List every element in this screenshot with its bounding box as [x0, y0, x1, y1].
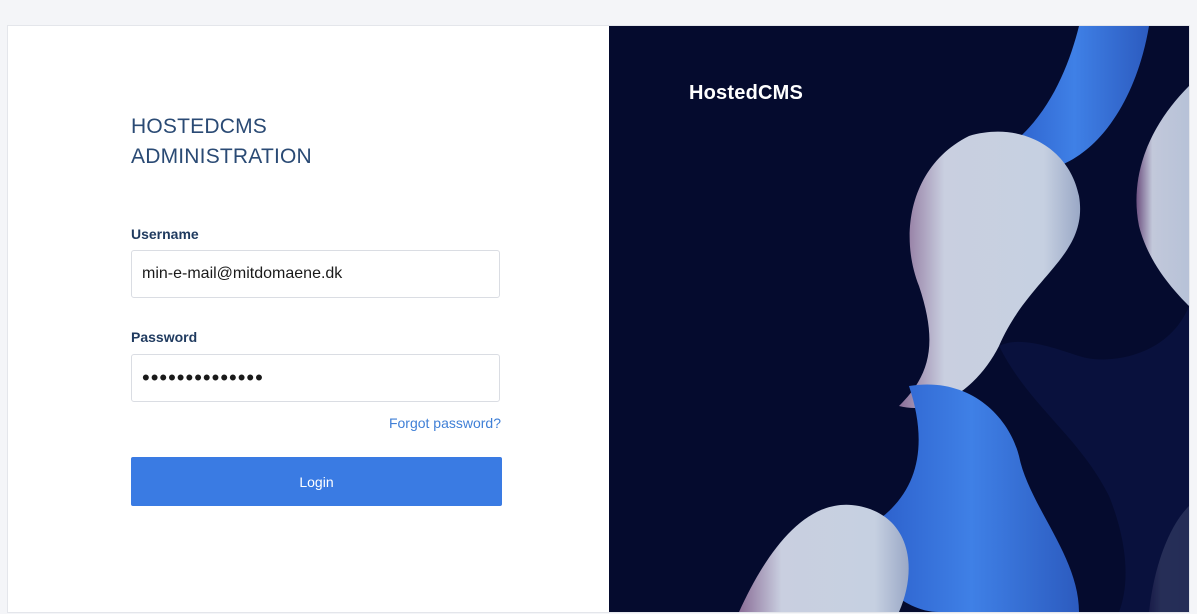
forgot-password-link[interactable]: Forgot password?: [389, 415, 501, 431]
wave-shape: [1136, 86, 1189, 306]
page-title: HOSTEDCMS ADMINISTRATION: [131, 112, 312, 172]
username-input[interactable]: [131, 250, 500, 298]
login-panel: HOSTEDCMS ADMINISTRATION Username Passwo…: [8, 26, 609, 612]
password-label: Password: [131, 329, 198, 345]
page-title-line2: ADMINISTRATION: [131, 145, 312, 168]
brand-panel: HostedCMS: [609, 26, 1189, 612]
password-input[interactable]: [131, 354, 500, 402]
decorative-wave-art: [739, 26, 1189, 612]
page-title-line1: HOSTEDCMS: [131, 115, 267, 138]
wave-shape: [739, 504, 909, 612]
login-window: HOSTEDCMS ADMINISTRATION Username Passwo…: [8, 26, 1189, 612]
login-button[interactable]: Login: [131, 457, 502, 506]
brand-logo-text: HostedCMS: [689, 82, 804, 104]
username-label: Username: [131, 226, 199, 242]
